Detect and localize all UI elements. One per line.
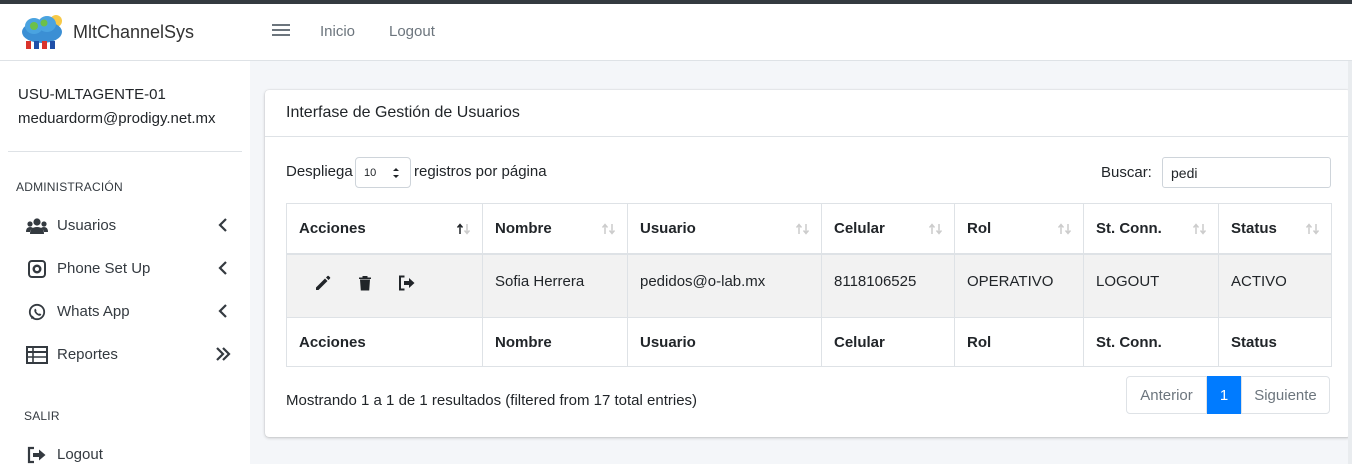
chevron-left-icon xyxy=(218,218,227,232)
column-header-nombre[interactable]: Nombre xyxy=(482,203,628,255)
users-icon xyxy=(26,218,48,234)
column-header-rol[interactable]: Rol xyxy=(954,203,1084,255)
sort-icon xyxy=(601,223,616,235)
pagination-page-button[interactable]: 1 xyxy=(1207,376,1241,414)
cell-status: ACTIVO xyxy=(1218,253,1332,318)
sidebar-item-label: Reportes xyxy=(57,346,118,363)
sort-icon xyxy=(1305,223,1320,235)
length-prefix-label: Despliega xyxy=(286,163,353,180)
footer-acciones: Acciones xyxy=(286,317,483,367)
cell-rol: OPERATIVO xyxy=(954,253,1084,318)
sort-icon xyxy=(1192,223,1207,235)
section-header-admin: ADMINISTRACIÓN xyxy=(16,180,123,194)
pagination-next-button[interactable]: Siguiente xyxy=(1241,376,1330,414)
users-table: Acciones Nombre Usuario Celular Rol St. … xyxy=(286,203,1332,367)
sidebar-item-reportes[interactable]: Reportes xyxy=(8,336,242,374)
row-actions xyxy=(286,253,483,318)
chevron-left-icon xyxy=(218,261,227,275)
nav-link-logout[interactable]: Logout xyxy=(389,23,435,40)
table-icon xyxy=(26,346,48,364)
footer-nombre: Nombre xyxy=(482,317,628,367)
page-length-select[interactable]: 10 xyxy=(355,157,411,188)
select-arrows-icon xyxy=(393,168,399,178)
whatsapp-icon xyxy=(28,303,46,321)
top-navbar: Inicio Logout xyxy=(250,4,1352,61)
sidebar-item-label: Usuarios xyxy=(57,217,117,234)
sidebar-item-usuarios[interactable]: Usuarios xyxy=(8,207,242,245)
sign-out-icon[interactable] xyxy=(397,273,417,293)
page-length-value: 10 xyxy=(364,167,377,179)
double-chevron-right-icon xyxy=(216,347,231,361)
footer-celular: Celular xyxy=(821,317,955,367)
table-row: Sofia Herrera pedidos@o-lab.mx 811810652… xyxy=(286,253,1332,318)
sidebar-item-label: Whats App xyxy=(57,303,130,320)
sort-icon xyxy=(1057,223,1072,235)
sidebar-item-logout[interactable]: Logout xyxy=(8,436,242,464)
cell-nombre: Sofia Herrera xyxy=(482,253,628,318)
sort-icon xyxy=(928,223,943,235)
table-info: Mostrando 1 a 1 de 1 resultados (filtere… xyxy=(286,392,698,409)
nav-link-inicio[interactable]: Inicio xyxy=(320,23,355,40)
column-header-usuario[interactable]: Usuario xyxy=(627,203,822,255)
table-footer-row: Acciones Nombre Usuario Celular Rol St. … xyxy=(286,317,1332,367)
sidebar: USU-MLTAGENTE-01 meduardorm@prodigy.net.… xyxy=(0,61,250,464)
user-code[interactable]: USU-MLTAGENTE-01 xyxy=(18,86,166,103)
footer-rol: Rol xyxy=(954,317,1084,367)
brand-link[interactable]: MltChannelSys xyxy=(0,4,250,61)
column-header-celular[interactable]: Celular xyxy=(821,203,955,255)
column-header-status[interactable]: Status xyxy=(1218,203,1332,255)
sort-icon xyxy=(795,223,810,235)
users-card: Interfase de Gestión de Usuarios Desplie… xyxy=(265,90,1351,437)
phone-setup-icon xyxy=(28,260,46,278)
page-scrollbar[interactable] xyxy=(1348,61,1352,464)
sidebar-divider xyxy=(8,151,242,152)
edit-icon[interactable] xyxy=(313,273,333,293)
search-label: Buscar: xyxy=(1101,164,1152,181)
length-suffix-label: registros por página xyxy=(414,163,547,180)
user-email[interactable]: meduardorm@prodigy.net.mx xyxy=(18,110,216,127)
cell-usuario: pedidos@o-lab.mx xyxy=(627,253,822,318)
section-header-salir: SALIR xyxy=(24,409,60,423)
cell-celular: 8118106525 xyxy=(821,253,955,318)
sign-out-icon xyxy=(27,446,46,464)
chevron-left-icon xyxy=(218,304,227,318)
sidebar-item-label: Phone Set Up xyxy=(57,260,151,277)
sort-asc-icon xyxy=(456,223,471,235)
column-header-acciones[interactable]: Acciones xyxy=(286,203,483,255)
sidebar-item-whatsapp[interactable]: Whats App xyxy=(8,293,242,331)
brand-name: MltChannelSys xyxy=(73,22,195,42)
table-header-row: Acciones Nombre Usuario Celular Rol St. … xyxy=(286,203,1332,255)
trash-icon[interactable] xyxy=(355,273,375,293)
footer-st-conn: St. Conn. xyxy=(1083,317,1219,367)
footer-usuario: Usuario xyxy=(627,317,822,367)
hamburger-icon[interactable] xyxy=(272,21,290,41)
pagination: Anterior 1 Siguiente xyxy=(1126,376,1330,414)
footer-status: Status xyxy=(1218,317,1332,367)
sidebar-item-phone-setup[interactable]: Phone Set Up xyxy=(8,250,242,288)
pagination-prev-button[interactable]: Anterior xyxy=(1126,376,1207,414)
page-title: Interfase de Gestión de Usuarios xyxy=(286,104,520,121)
card-header: Interfase de Gestión de Usuarios xyxy=(265,90,1351,137)
cell-st-conn: LOGOUT xyxy=(1083,253,1219,318)
cloud-logo-icon xyxy=(22,15,62,49)
column-header-st-conn[interactable]: St. Conn. xyxy=(1083,203,1219,255)
search-input[interactable] xyxy=(1162,157,1331,188)
sidebar-item-label: Logout xyxy=(57,446,103,463)
